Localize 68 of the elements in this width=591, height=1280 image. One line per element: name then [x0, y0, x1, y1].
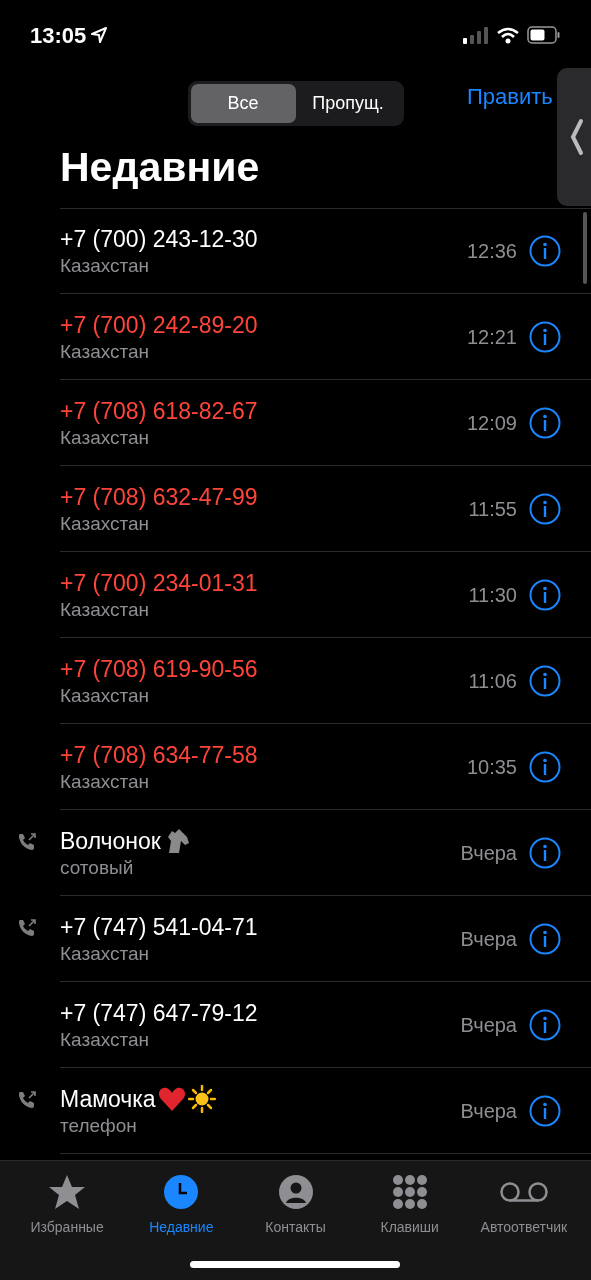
contact-name: +7 (700) 242-89-20 [60, 311, 258, 340]
call-time: Вчера [460, 1099, 517, 1124]
heart-icon [157, 1086, 186, 1112]
call-time: Вчера [460, 927, 517, 952]
info-icon[interactable] [529, 923, 561, 955]
call-detail: Казахстан [60, 1028, 150, 1052]
info-icon[interactable] [529, 1095, 561, 1127]
segment-tab[interactable]: Пропущ. [295, 83, 401, 123]
side-panel[interactable] [557, 68, 591, 206]
info-icon[interactable] [529, 493, 561, 525]
call-detail: Казахстан [60, 512, 150, 536]
page-title: Недавние [60, 143, 260, 192]
wifi-icon [497, 26, 519, 44]
call-time: 12:36 [466, 239, 517, 264]
call-detail: Казахстан [60, 426, 150, 450]
clock-time: 13:05 [30, 21, 87, 50]
keypad-icon [391, 1174, 428, 1210]
info-icon[interactable] [529, 837, 561, 869]
contact-name: Волчонок [60, 827, 161, 856]
info-icon[interactable] [529, 665, 561, 697]
tab-bar-item[interactable]: Клавиши [352, 1161, 467, 1243]
call-detail: Казахстан [60, 770, 150, 794]
call-detail: Казахстан [60, 598, 150, 622]
call-detail: Казахстан [60, 684, 150, 708]
voicemail-icon [498, 1181, 549, 1203]
info-icon[interactable] [529, 407, 561, 439]
call-detail: Казахстан [60, 340, 150, 364]
contact-name: +7 (708) 619-90-56 [60, 655, 258, 684]
signal-icon [463, 26, 489, 44]
person-icon [278, 1175, 313, 1209]
call-time: 11:55 [468, 497, 517, 522]
call-time: 12:09 [466, 411, 517, 436]
info-icon[interactable] [529, 235, 561, 267]
call-time: 11:06 [468, 669, 517, 694]
chevron-left-icon [570, 118, 584, 156]
tab-bar-item[interactable]: Избранные [10, 1161, 125, 1243]
info-icon[interactable] [529, 751, 561, 783]
call-time: 12:21 [466, 325, 517, 350]
clock-icon [164, 1175, 199, 1209]
edit-link[interactable]: Править [467, 80, 553, 113]
contact-name: +7 (747) 541-04-71 [60, 913, 258, 942]
tab-bar-item[interactable]: Автоответчик [466, 1161, 581, 1243]
call-time: Вчера [460, 841, 517, 866]
contact-name: +7 (708) 632-47-99 [60, 483, 258, 512]
call-detail: Казахстан [60, 942, 150, 966]
contact-name: +7 (700) 243-12-30 [60, 225, 258, 254]
call-time: 11:30 [468, 583, 517, 608]
info-icon[interactable] [529, 321, 561, 353]
contact-name: +7 (708) 618-82-67 [60, 397, 258, 426]
contact-name: +7 (700) 234-01-31 [60, 569, 258, 598]
info-icon[interactable] [529, 579, 561, 611]
tab-bar-item[interactable]: Контакты [238, 1161, 353, 1243]
contact-name: +7 (708) 634-77-58 [60, 741, 258, 770]
segment-tab[interactable]: Все [190, 83, 296, 123]
tab-bar-item[interactable]: Недавние [124, 1161, 239, 1243]
location-arrow-icon [90, 26, 109, 44]
scroll-indicator [583, 212, 587, 284]
call-detail: Казахстан [60, 254, 150, 278]
call-time: 10:35 [466, 755, 517, 780]
call-detail: сотовый [60, 856, 134, 880]
star-icon [48, 1174, 87, 1210]
contact-name: Мамочка [60, 1085, 156, 1114]
contact-name: +7 (747) 647-79-12 [60, 999, 258, 1028]
battery-icon [527, 26, 561, 44]
call-time: Вчера [460, 1013, 517, 1038]
call-detail: телефон [60, 1114, 137, 1138]
info-icon[interactable] [529, 1009, 561, 1041]
sun-icon [187, 1085, 216, 1113]
